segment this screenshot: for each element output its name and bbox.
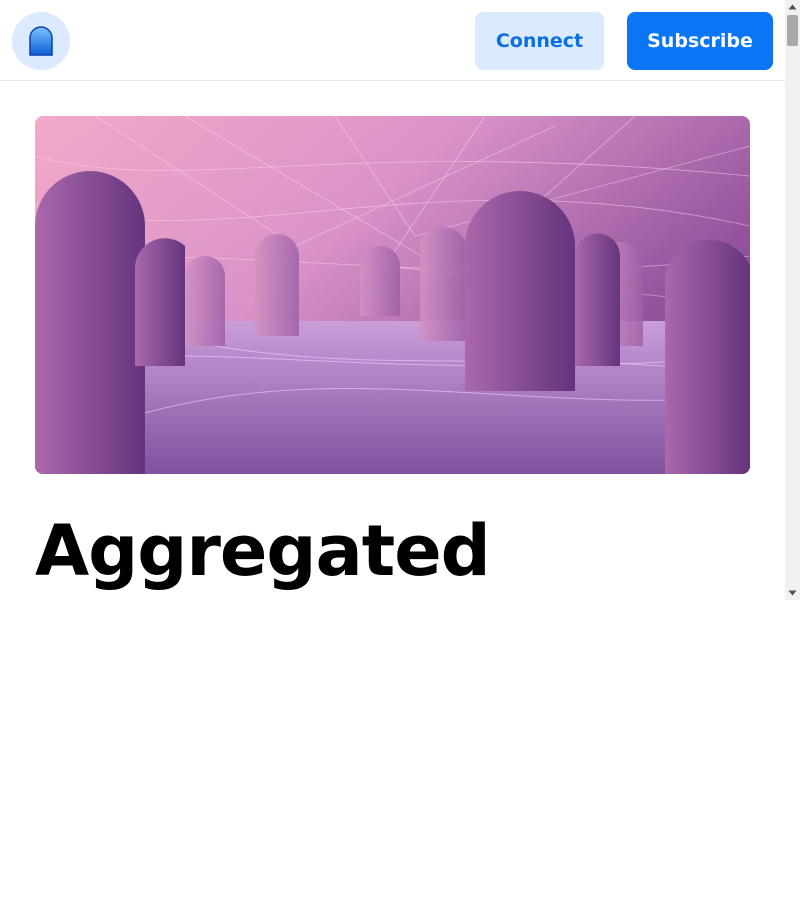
logo-link[interactable] bbox=[12, 12, 70, 70]
hero-image bbox=[35, 116, 750, 474]
article-title: Aggregated bbox=[35, 510, 491, 592]
viewport: Connect Subscribe Aggregated bbox=[0, 0, 800, 600]
subscribe-button[interactable]: Subscribe bbox=[627, 12, 773, 70]
vertical-scrollbar[interactable] bbox=[785, 0, 800, 600]
scroll-down-arrow-icon[interactable] bbox=[785, 586, 800, 600]
arch-logo-icon bbox=[29, 26, 53, 56]
scroll-up-arrow-icon[interactable] bbox=[785, 0, 800, 14]
connect-button[interactable]: Connect bbox=[475, 12, 604, 70]
scrollbar-thumb[interactable] bbox=[787, 15, 798, 46]
site-header: Connect Subscribe bbox=[0, 0, 785, 81]
